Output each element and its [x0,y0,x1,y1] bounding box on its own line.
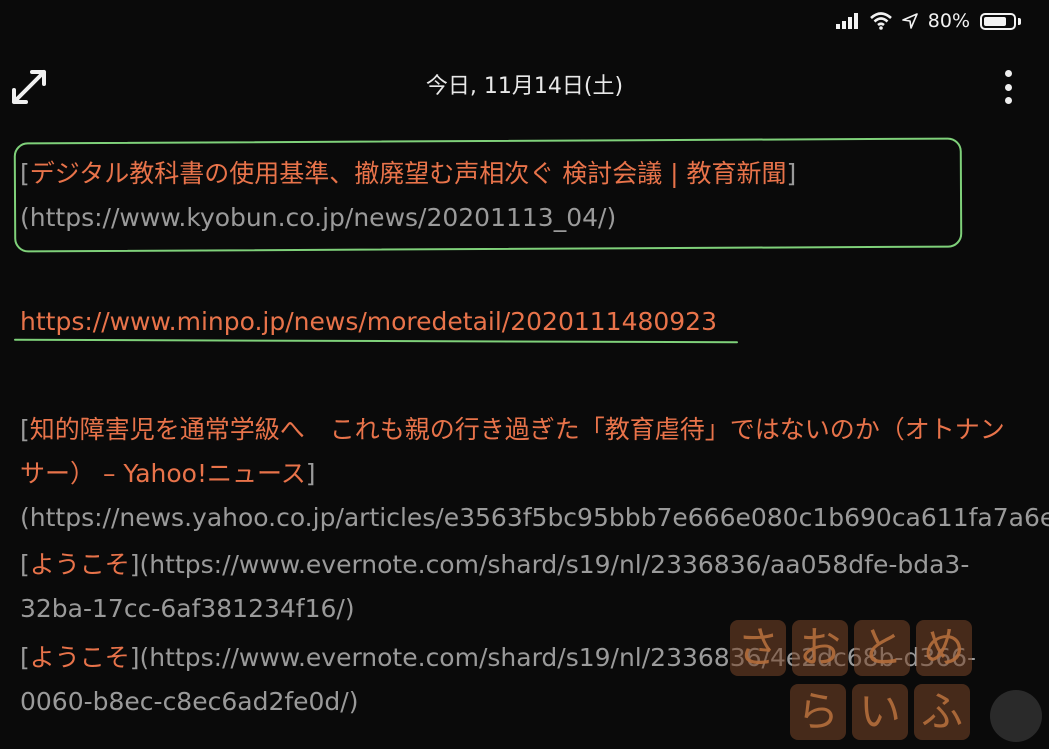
bracket-close: ) [348,687,359,716]
cellular-signal-icon [835,13,858,29]
watermark-char: さ [730,620,786,676]
battery-level [984,16,1006,26]
link-text[interactable]: ようこそ [30,550,130,579]
bracket-open: [ [20,643,30,672]
battery-percent: 80% [927,10,970,32]
battery-icon [980,12,1016,30]
bracket-mid: ]( [129,643,150,672]
watermark-char: お [792,620,848,676]
link-text[interactable]: 知的障害児を通常学級へ これも親の行き過ぎた「教育虐待」ではないのか（オトナンサ… [20,415,1005,488]
bracket-close: ) [344,594,355,623]
bracket-mid: ]( [129,550,150,579]
link-text[interactable]: ようこそ [30,643,130,672]
more-vertical-icon[interactable] [1005,70,1013,104]
watermark-char: ふ [914,684,970,740]
watermark-char: ら [790,684,846,740]
wifi-icon [869,12,892,30]
highlight-box [13,137,963,253]
note-paragraph-4: [ようこそ](https://www.evernote.com/shard/s1… [20,543,1020,631]
watermark-char: と [854,620,910,676]
battery-cap [1018,17,1021,25]
watermark-row-2: ら い ふ [790,684,970,740]
watermark-avatar [990,690,1042,742]
bracket-open: [ [20,550,30,579]
note-paragraph-2: https://www.minpo.jp/news/moredetail/202… [20,300,1020,344]
status-bar: 80% [835,8,1021,34]
watermark-char: め [916,620,972,676]
location-arrow-icon [901,13,918,29]
link-url[interactable]: https://news.yahoo.co.jp/articles/e3563f… [30,503,1049,532]
link-url[interactable]: https://www.minpo.jp/news/moredetail/202… [20,307,717,336]
bracket-open: [ [20,415,30,444]
watermark-char: い [852,684,908,740]
link-url[interactable]: https://www.evernote.com/shard/s19/nl/23… [20,550,969,623]
page-title: 今日, 11月14日(土) [425,74,624,99]
watermark-row-1: さ お と め [730,620,972,676]
note-paragraph-3: [知的障害児を通常学級へ これも親の行き過ぎた「教育虐待」ではないのか（オトナン… [20,408,1049,540]
